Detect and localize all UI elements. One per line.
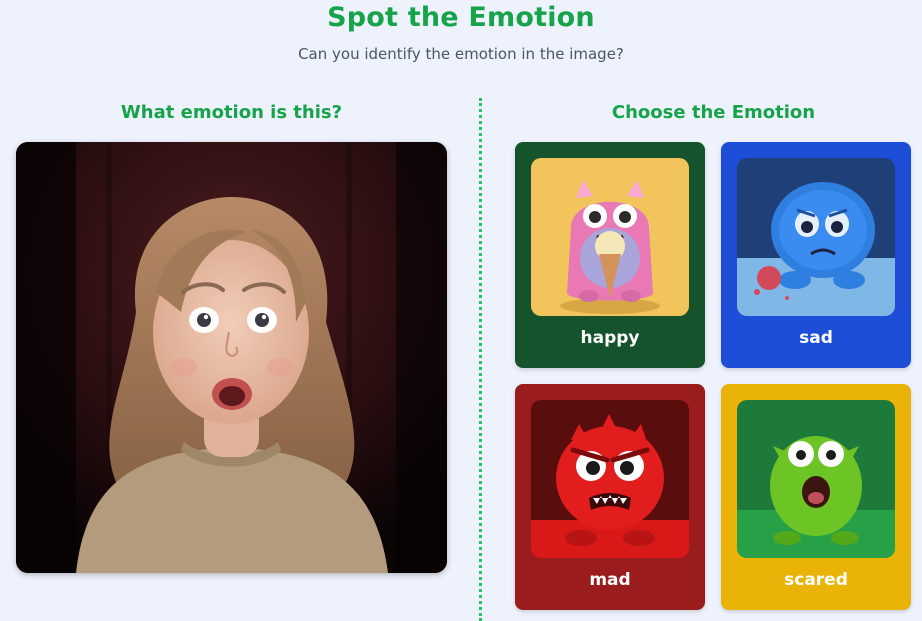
choice-card-happy[interactable]: happy <box>515 142 705 368</box>
question-heading: What emotion is this? <box>120 102 343 123</box>
choice-label-scared: scared <box>784 570 848 590</box>
choice-label-happy: happy <box>580 328 640 348</box>
choice-card-mad[interactable]: mad <box>515 384 705 610</box>
red-monster-angry-icon <box>531 400 689 558</box>
choices-heading: Choose the Emotion <box>611 102 816 123</box>
choice-card-scared[interactable]: scared <box>721 384 911 610</box>
choice-card-sad[interactable]: sad <box>721 142 911 368</box>
green-monster-scared-icon <box>737 400 895 558</box>
pink-monster-ice-cream-icon <box>531 158 689 316</box>
surprised-girl-photo <box>16 142 447 573</box>
column-divider <box>479 98 482 621</box>
choice-label-mad: mad <box>589 570 631 590</box>
page-title: Spot the Emotion <box>327 2 595 33</box>
question-image <box>16 142 447 573</box>
page-subtitle: Can you identify the emotion in the imag… <box>298 45 624 63</box>
blue-monster-sad-icon <box>737 158 895 316</box>
choice-label-sad: sad <box>799 328 833 348</box>
